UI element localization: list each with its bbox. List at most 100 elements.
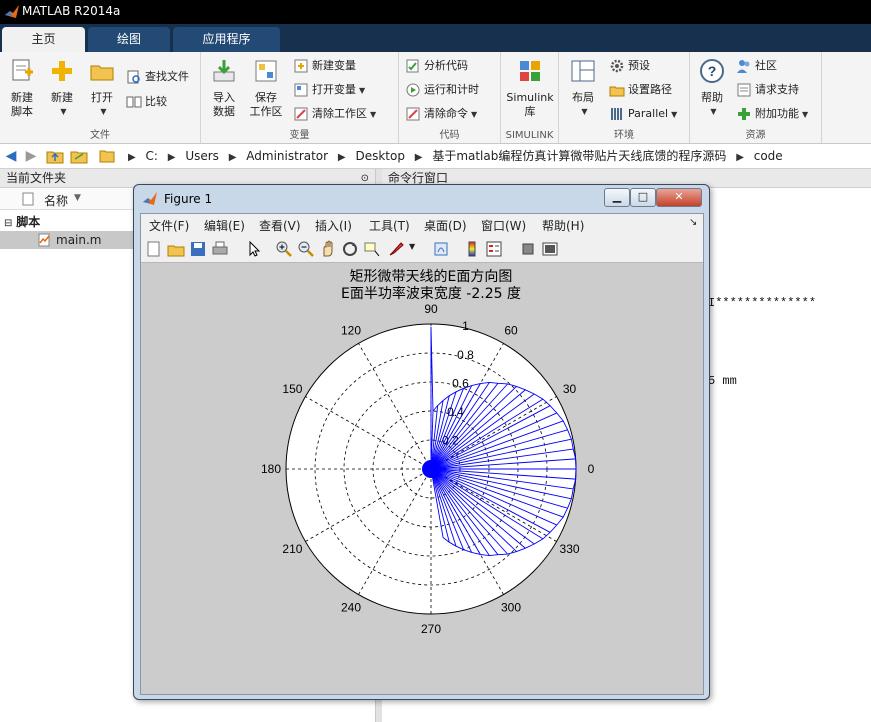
hide-plot-tools-icon[interactable] [519, 240, 537, 258]
simulink-library-button[interactable]: Simulink 库 [504, 58, 556, 119]
open-label: 打开 [91, 91, 113, 104]
show-plot-tools-icon[interactable] [541, 240, 559, 258]
layout-button[interactable]: 布局 ▼ [563, 58, 603, 119]
parallel-label: Parallel [628, 107, 669, 120]
name-column-header[interactable]: 名称 [44, 192, 68, 209]
help-button[interactable]: ? 帮助 ▼ [694, 58, 730, 119]
breadcrumb-item[interactable]: 基于matlab编程仿真计算微带贴片天线底馈的程序源码 [432, 149, 726, 163]
menu-help[interactable]: 帮助(H) [542, 217, 584, 234]
compare-icon [126, 96, 142, 108]
new-figure-icon[interactable] [145, 240, 163, 258]
breadcrumb-item[interactable]: Desktop [355, 149, 405, 163]
parallel-dropdown-icon: ▼ [671, 110, 678, 119]
new-variable-icon [294, 59, 308, 73]
import-data-label: 导入 数据 [213, 91, 235, 118]
analyze-code-button[interactable]: 分析代码 [405, 56, 468, 76]
radial-tick-label: 0.6 [452, 376, 469, 390]
open-variable-icon [294, 83, 308, 97]
run-and-time-button[interactable]: 运行和计时 [405, 80, 479, 100]
community-button[interactable]: 社区 [736, 56, 777, 76]
open-file-icon[interactable] [167, 240, 185, 258]
rotate-3d-icon[interactable] [341, 240, 359, 258]
new-variable-button[interactable]: 新建变量 [293, 56, 356, 76]
save-workspace-button[interactable]: 保存 工作区 [247, 58, 285, 119]
parallel-button[interactable]: Parallel ▼ [609, 104, 677, 124]
tab-apps[interactable]: 应用程序 [173, 27, 280, 52]
minimize-button[interactable]: ▁ [604, 188, 630, 207]
data-cursor-icon[interactable] [363, 240, 381, 258]
angle-tick-label: 330 [560, 542, 580, 556]
breadcrumb-item[interactable]: code [754, 149, 783, 163]
clear-commands-icon [406, 107, 420, 121]
close-button[interactable]: ✕ [656, 188, 702, 207]
menubar-dock-icon[interactable]: ↘ [689, 217, 697, 228]
menu-file[interactable]: 文件(F) [149, 217, 189, 234]
new-script-button[interactable]: 新建 脚本 [4, 58, 40, 119]
breadcrumb-separator-icon: ▶ [228, 152, 237, 163]
add-ons-button[interactable]: 附加功能 ▼ [736, 104, 808, 124]
breadcrumb-item[interactable]: Users [185, 149, 219, 163]
menu-edit[interactable]: 编辑(E) [204, 217, 245, 234]
zoom-out-icon[interactable] [297, 240, 315, 258]
pattern-origin-cluster [422, 460, 440, 478]
pan-hand-icon[interactable] [319, 240, 337, 258]
sort-down-icon[interactable]: ▼ [74, 193, 81, 203]
tree-folder-label: 脚本 [16, 215, 41, 229]
compare-button[interactable]: 比较 [126, 92, 167, 112]
breadcrumb-separator-icon: ▶ [167, 152, 176, 163]
new-button[interactable]: 新建 ▼ [44, 58, 80, 119]
import-data-button[interactable]: 导入 数据 [205, 58, 243, 119]
run-and-time-label: 运行和计时 [424, 83, 479, 96]
polar-plot[interactable]: 矩形微带天线的E面方向图 E面半功率波束宽度 -2.25 度 030609012… [141, 263, 703, 694]
clear-commands-button[interactable]: 清除命令 ▼ [405, 104, 477, 124]
menu-window[interactable]: 窗口(W) [481, 217, 526, 234]
figure-titlebar[interactable]: Figure 1 ▁ □ ✕ [134, 185, 709, 213]
select-arrow-icon[interactable] [245, 240, 263, 258]
menu-view[interactable]: 查看(V) [259, 217, 301, 234]
menu-insert[interactable]: 插入(I) [315, 217, 352, 234]
forward-icon[interactable]: ▶ [22, 147, 40, 165]
clear-workspace-button[interactable]: 清除工作区 ▼ [293, 104, 376, 124]
breadcrumb-item[interactable]: Administrator [246, 149, 328, 163]
back-icon[interactable]: ◀ [2, 147, 20, 165]
find-files-button[interactable]: 查找文件 [126, 67, 189, 87]
address-bar: ◀ ▶ ▶ C: ▶ Users ▶ Administrator ▶ Deskt… [0, 144, 871, 169]
figure-window[interactable]: Figure 1 ▁ □ ✕ 文件(F) 编辑(E) 查看(V) 插入(I) 工… [133, 184, 710, 700]
run-and-time-icon [406, 83, 420, 97]
simulink-group: Simulink 库 SIMULINK [501, 52, 559, 143]
layout-label: 布局 [572, 91, 594, 104]
tree-folder-scripts[interactable]: ⊟ 脚本 [4, 213, 40, 231]
set-path-button[interactable]: 设置路径 [609, 80, 672, 100]
colorbar-icon[interactable] [463, 240, 481, 258]
angle-tick-label: 0 [588, 462, 595, 476]
collapse-icon[interactable]: ⊟ [4, 218, 12, 229]
save-icon[interactable] [189, 240, 207, 258]
angle-tick-label: 150 [282, 382, 302, 396]
angle-tick-label: 90 [424, 302, 438, 316]
tab-home[interactable]: 主页 [2, 27, 85, 52]
command-output-line: I************** [708, 296, 817, 310]
maximize-button[interactable]: □ [630, 188, 656, 207]
help-label: 帮助 [701, 91, 723, 104]
up-folder-icon[interactable] [46, 147, 64, 165]
brush-dropdown-icon[interactable]: ▼ [409, 242, 415, 251]
menu-desktop[interactable]: 桌面(D) [424, 217, 467, 234]
brush-icon[interactable] [387, 240, 405, 258]
zoom-in-icon[interactable] [275, 240, 293, 258]
print-icon[interactable] [211, 240, 229, 258]
add-ons-icon [738, 108, 750, 120]
open-button[interactable]: 打开 ▼ [84, 58, 120, 119]
preferences-button[interactable]: 预设 [609, 56, 650, 76]
help-dropdown-icon: ▼ [710, 107, 717, 116]
radial-tick-label: 1 [462, 319, 469, 333]
browse-folder-icon[interactable] [70, 147, 88, 165]
open-variable-button[interactable]: 打开变量 ▼ [293, 80, 365, 100]
plot-subtitle: E面半功率波束宽度 -2.25 度 [341, 285, 521, 302]
angle-tick-label: 60 [504, 323, 518, 337]
breadcrumb-item[interactable]: C: [146, 149, 158, 163]
legend-icon[interactable] [485, 240, 503, 258]
menu-tools[interactable]: 工具(T) [369, 217, 410, 234]
tab-plots[interactable]: 绘图 [88, 27, 170, 52]
request-support-button[interactable]: 请求支持 [736, 80, 799, 100]
link-plot-icon[interactable] [433, 240, 451, 258]
